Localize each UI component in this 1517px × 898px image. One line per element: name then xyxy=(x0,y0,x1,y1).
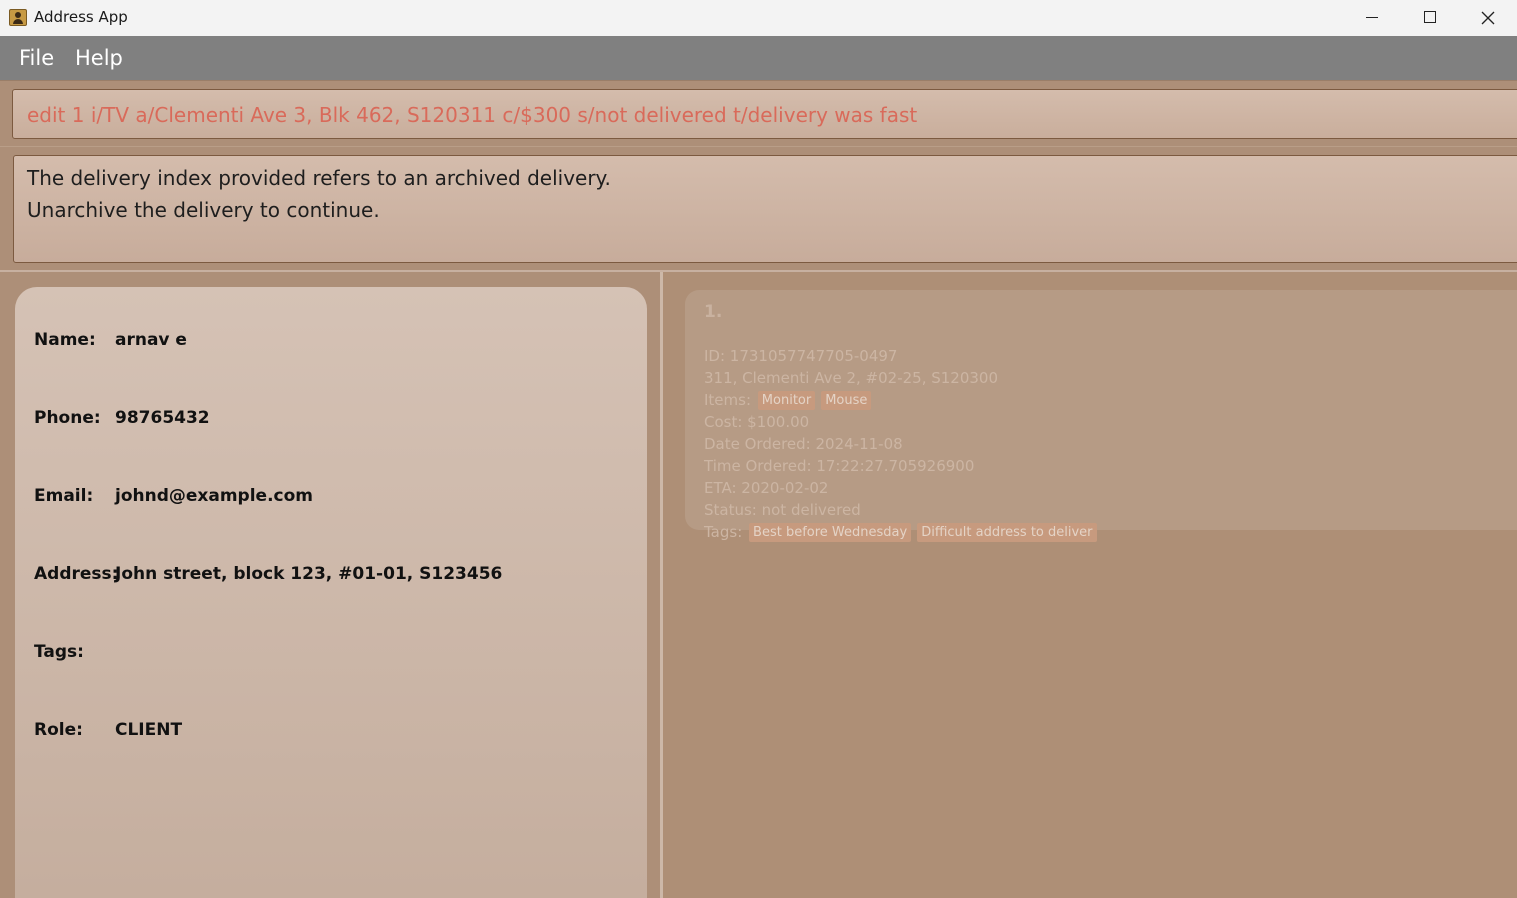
role-label: Role: xyxy=(34,720,83,740)
name-label: Name: xyxy=(34,330,96,350)
address-app-icon xyxy=(9,9,27,26)
phone-value: 98765432 xyxy=(115,408,210,428)
person-panel: Name: arnav e Phone: 98765432 Email: joh… xyxy=(0,272,660,898)
delivery-time-ordered: Time Ordered: 17:22:27.705926900 xyxy=(704,457,975,475)
close-icon xyxy=(1481,11,1495,25)
delivery-items-row: Items: Monitor Mouse xyxy=(704,391,875,410)
delivery-index: 1. xyxy=(704,302,723,322)
tag-chip: Difficult address to deliver xyxy=(917,523,1097,542)
menu-bar: File Help xyxy=(0,36,1517,80)
delivery-tags-row: Tags: Best before Wednesday Difficult add… xyxy=(704,523,1101,542)
result-line: Unarchive the delivery to continue. xyxy=(27,198,380,222)
command-box-container: edit 1 i/TV a/Clementi Ave 3, Blk 462, S… xyxy=(0,80,1517,142)
address-value: John street, block 123, #01-01, S123456 xyxy=(115,564,503,584)
delivery-address: 311, Clementi Ave 2, #02-25, S120300 xyxy=(704,369,999,387)
delivery-eta: ETA: 2020-02-02 xyxy=(704,479,829,497)
item-chip: Mouse xyxy=(821,391,872,410)
result-display-container: The delivery index provided refers to an… xyxy=(0,146,1517,270)
window-title: Address App xyxy=(34,8,128,26)
delivery-card[interactable]: 1. ID: 1731057747705-0497 311, Clementi … xyxy=(685,290,1517,542)
tag-chip: Best before Wednesday xyxy=(749,523,912,542)
delivery-status: Status: not delivered xyxy=(704,501,861,519)
role-value: CLIENT xyxy=(115,720,183,740)
items-label: Items: xyxy=(704,391,752,409)
delivery-cost: Cost: $100.00 xyxy=(704,413,810,431)
result-line: The delivery index provided refers to an… xyxy=(27,166,611,190)
address-label: Address: xyxy=(34,564,119,584)
command-input[interactable]: edit 1 i/TV a/Clementi Ave 3, Blk 462, S… xyxy=(12,89,1517,139)
maximize-icon xyxy=(1424,11,1436,23)
minimize-icon xyxy=(1366,17,1378,18)
delivery-date-ordered: Date Ordered: 2024-11-08 xyxy=(704,435,903,453)
name-value: arnav e xyxy=(115,330,187,350)
close-button[interactable] xyxy=(1459,0,1517,36)
command-input-text: edit 1 i/TV a/Clementi Ave 3, Blk 462, S… xyxy=(27,103,918,127)
title-bar: Address App xyxy=(0,0,1517,36)
menu-file[interactable]: File xyxy=(19,46,54,70)
delivery-list-panel: 1. ID: 1731057747705-0497 311, Clementi … xyxy=(663,272,1517,898)
email-value: johnd@example.com xyxy=(115,486,314,506)
result-display: The delivery index provided refers to an… xyxy=(13,155,1517,263)
minimize-button[interactable] xyxy=(1343,0,1401,36)
delivery-id: ID: 1731057747705-0497 xyxy=(704,347,898,365)
tags-label: Tags: xyxy=(34,642,84,662)
menu-help[interactable]: Help xyxy=(75,46,123,70)
phone-label: Phone: xyxy=(34,408,101,428)
maximize-button[interactable] xyxy=(1401,0,1459,36)
person-card: Name: arnav e Phone: 98765432 Email: joh… xyxy=(15,287,647,898)
email-label: Email: xyxy=(34,486,94,506)
item-chip: Monitor xyxy=(757,391,816,410)
delivery-tags-label: Tags: xyxy=(704,523,743,541)
